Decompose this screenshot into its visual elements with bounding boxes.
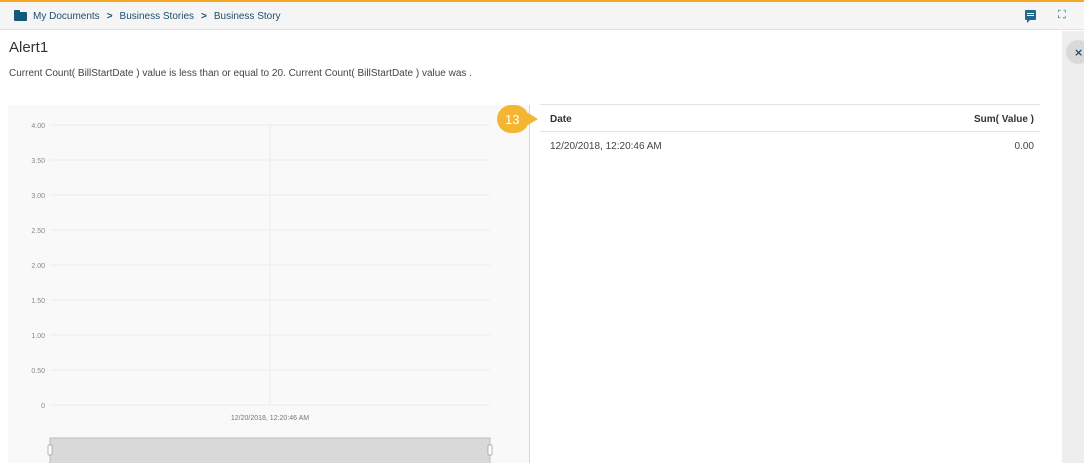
breadcrumb-business-stories[interactable]: Business Stories [120, 11, 194, 22]
fullscreen-icon[interactable]: ⛶ [1058, 8, 1066, 22]
y-tick-label: 0 [41, 403, 45, 410]
chart-panel: 0 0.50 1.00 1.50 2.00 2.50 3.00 3.50 4.00 12/20/2… [8, 105, 530, 463]
x-tick-label: 12/20/2018, 12:20:46 AM [231, 415, 309, 422]
chevron-right-icon: > [201, 10, 207, 22]
y-tick-label: 0.50 [31, 368, 45, 375]
close-panel-button[interactable]: × [1066, 40, 1084, 64]
y-tick-label: 3.50 [31, 158, 45, 165]
step-callout-badge: 13 [497, 105, 538, 133]
alert-title: Alert1 [9, 39, 49, 56]
range-navigator [49, 437, 491, 463]
range-handle-left [47, 444, 53, 456]
right-side-rail [1062, 31, 1084, 463]
column-header-sum-value[interactable]: Sum( Value ) [974, 114, 1034, 125]
cell-date: 12/20/2018, 12:20:46 AM [550, 141, 662, 152]
cell-sum-value: 0.00 [1014, 141, 1034, 152]
table-row: 12/20/2018, 12:20:46 AM 0.00 [540, 132, 1040, 158]
y-tick-label: 1.50 [31, 298, 45, 305]
breadcrumb-business-story[interactable]: Business Story [214, 11, 281, 22]
y-tick-label: 3.00 [31, 193, 45, 200]
y-tick-label: 1.00 [31, 333, 45, 340]
alert-message: Current Count( BillStartDate ) value is … [9, 68, 472, 79]
y-tick-label: 2.50 [31, 228, 45, 235]
data-table: Date Sum( Value ) 12/20/2018, 12:20:46 A… [540, 104, 1040, 463]
table-header: Date Sum( Value ) [540, 104, 1040, 132]
chevron-right-icon: > [106, 10, 113, 22]
folder-icon [14, 9, 27, 21]
breadcrumb: My Documents > Business Stories > Busine… [14, 2, 281, 30]
top-bar: My Documents > Business Stories > Busine… [0, 2, 1084, 30]
column-header-date[interactable]: Date [550, 114, 572, 125]
y-tick-label: 2.00 [31, 263, 45, 270]
y-tick-label: 4.00 [31, 123, 45, 130]
breadcrumb-my-documents[interactable]: My Documents [33, 11, 100, 22]
range-handle-right [487, 444, 493, 456]
bar-chart: 0 0.50 1.00 1.50 2.00 2.50 3.00 3.50 4.00 12/20/2… [31, 123, 493, 463]
comment-icon[interactable] [1025, 10, 1036, 23]
